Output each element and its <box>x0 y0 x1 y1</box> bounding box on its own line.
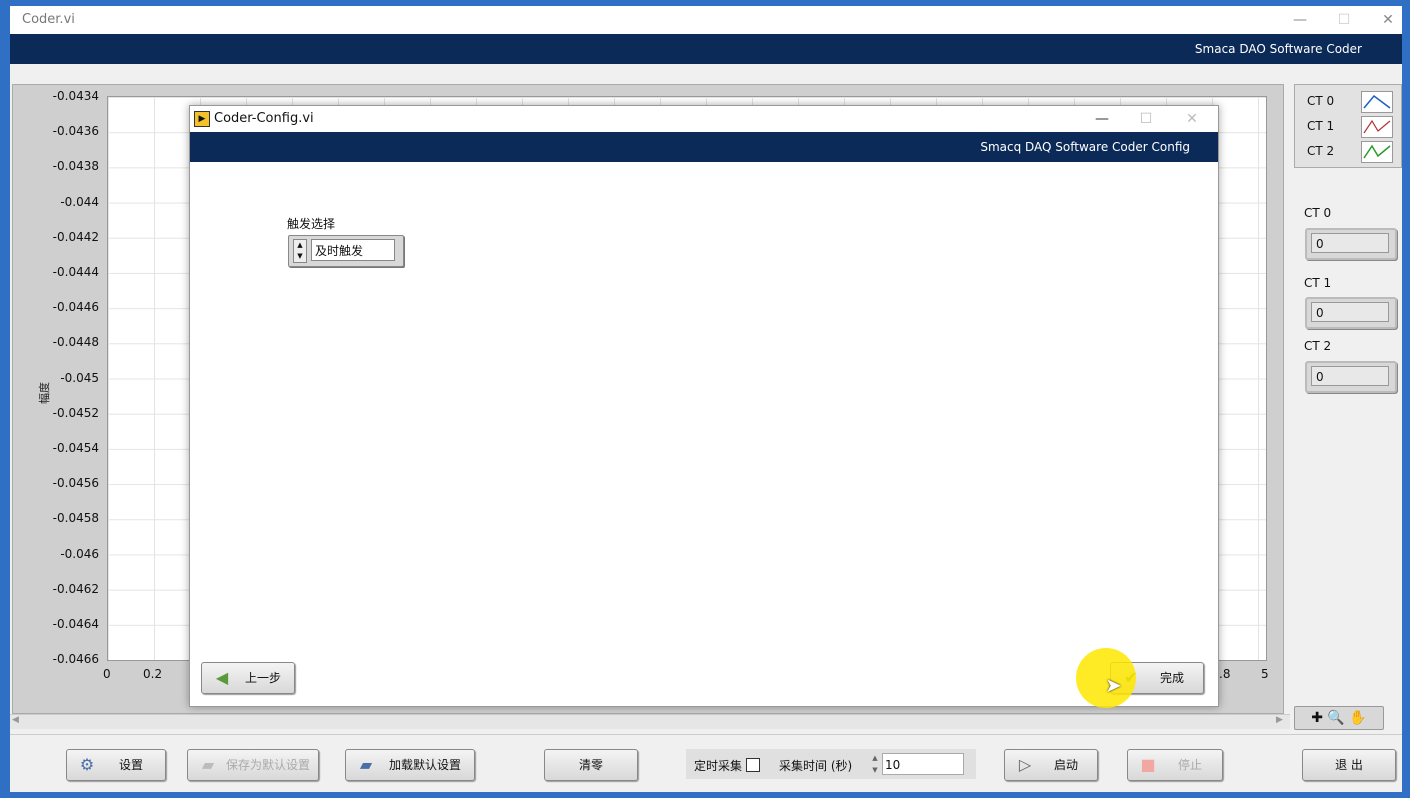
indicator-label-ct0: CT 0 <box>1304 206 1332 220</box>
dialog-close-button[interactable]: ✕ <box>1180 108 1204 130</box>
y-tick-label: -0.044 <box>60 194 99 209</box>
main-maximize-button[interactable]: ☐ <box>1332 10 1356 30</box>
scroll-right-icon[interactable]: ▶ <box>1276 715 1283 725</box>
horizontal-scrollbar[interactable]: ◀ ▶ <box>10 714 1290 729</box>
gear-icon: ⚙ <box>79 755 95 774</box>
x-tick-label: .8 <box>1219 667 1231 681</box>
save-default-button[interactable]: ▰ 保存为默认设置 <box>187 749 319 781</box>
acquisition-time-spinner[interactable]: ▲ ▼ <box>870 752 880 776</box>
trigger-select-value[interactable]: 及时触发 <box>311 239 395 261</box>
main-minimize-button[interactable]: — <box>1288 10 1312 30</box>
main-window-title: Coder.vi <box>22 12 75 27</box>
dialog-minimize-button[interactable]: — <box>1090 108 1114 130</box>
timed-acquisition-label: 定时采集 <box>694 759 743 773</box>
arrow-left-icon: ◀ <box>215 668 229 687</box>
dialog-maximize-button[interactable]: ☐ <box>1134 108 1158 130</box>
y-tick-label: -0.046 <box>60 546 99 561</box>
y-tick-label: -0.0456 <box>52 476 99 491</box>
y-tick-label: -0.0444 <box>52 265 99 279</box>
x-tick-label: 0.2 <box>143 667 163 681</box>
indicator-label-ct2: CT 2 <box>1304 339 1332 353</box>
y-tick-label: -0.045 <box>60 370 99 385</box>
y-tick-label: -0.0466 <box>52 652 99 667</box>
exit-button[interactable]: 退 出 <box>1302 749 1396 781</box>
main-banner-text: Smaca DAO Software Coder <box>1194 42 1362 56</box>
clear-button[interactable]: 清零 <box>544 749 638 781</box>
y-tick-label: -0.0434 <box>52 89 99 103</box>
y-axis-label: 幅度 <box>38 382 51 404</box>
previous-step-button[interactable]: ◀ 上一步 <box>201 662 295 694</box>
timed-acquisition-checkbox[interactable] <box>746 758 760 772</box>
dialog-title: Coder-Config.vi <box>214 111 314 126</box>
legend-item-ct2[interactable]: CT 2 <box>1307 141 1397 163</box>
start-button[interactable]: ▷ 启动 <box>1004 749 1098 781</box>
main-titlebar: Coder.vi — ☐ ✕ <box>10 6 1402 34</box>
indicator-ct2: 0 <box>1305 361 1397 393</box>
plot-legend: CT 0 CT 1 CT 2 <box>1294 84 1402 168</box>
config-dialog: ▶ Coder-Config.vi — ☐ ✕ Smacq DAQ Softwa… <box>189 105 1219 707</box>
legend-label: CT 0 <box>1307 94 1335 108</box>
legend-label: CT 2 <box>1307 144 1335 158</box>
timed-acquisition-group: 定时采集 采集时间 (秒) ▲ ▼ 10 <box>686 749 976 779</box>
legend-item-ct0[interactable]: CT 0 <box>1307 91 1397 113</box>
bottom-toolbar: ⚙ 设置 ▰ 保存为默认设置 ▰ 加载默认设置 清零 定时采集 采集时间 (秒)… <box>10 734 1402 792</box>
legend-label: CT 1 <box>1307 119 1335 133</box>
load-icon: ▰ <box>359 755 373 774</box>
indicator-ct1: 0 <box>1305 297 1397 329</box>
indicator-value: 0 <box>1311 233 1389 253</box>
indicator-value: 0 <box>1311 302 1389 322</box>
ring-spinner-icon[interactable]: ▲ ▼ <box>293 239 307 263</box>
hand-icon[interactable]: ✋ <box>1349 710 1366 726</box>
x-tick-label: 5 <box>1261 667 1269 681</box>
trigger-select-label: 触发选择 <box>287 217 336 231</box>
y-tick-label: -0.0438 <box>52 159 99 174</box>
dialog-banner-text: Smacq DAQ Software Coder Config <box>980 140 1190 154</box>
acquisition-time-label: 采集时间 (秒) <box>779 759 853 773</box>
y-tick-label: -0.0464 <box>52 617 99 631</box>
mouse-cursor-icon: ➤ <box>1105 673 1122 697</box>
zoom-icon[interactable]: 🔍 <box>1327 710 1344 726</box>
y-tick-label: -0.0454 <box>52 441 99 455</box>
labview-icon: ▶ <box>194 111 210 127</box>
scroll-left-icon[interactable]: ◀ <box>12 715 19 725</box>
main-close-button[interactable]: ✕ <box>1376 10 1400 30</box>
x-tick-label: 0 <box>103 667 111 681</box>
graph-tools-palette: ✚ 🔍 ✋ <box>1294 706 1384 730</box>
y-tick-label: -0.0458 <box>52 511 99 526</box>
line-style-icon[interactable] <box>1361 141 1393 163</box>
y-tick-label: -0.0462 <box>52 581 99 596</box>
load-default-button[interactable]: ▰ 加载默认设置 <box>345 749 475 781</box>
dialog-banner: Smacq DAQ Software Coder Config <box>190 132 1218 162</box>
trigger-select-ring[interactable]: ▲ ▼ 及时触发 <box>288 235 404 267</box>
stop-icon: ■ <box>1140 755 1156 774</box>
line-style-icon[interactable] <box>1361 91 1393 113</box>
acquisition-time-input[interactable]: 10 <box>882 753 964 775</box>
legend-item-ct1[interactable]: CT 1 <box>1307 116 1397 138</box>
play-icon: ▷ <box>1018 755 1032 774</box>
settings-button[interactable]: ⚙ 设置 <box>66 749 166 781</box>
save-icon: ▰ <box>201 755 215 774</box>
crosshair-icon[interactable]: ✚ <box>1311 710 1323 726</box>
indicator-label-ct1: CT 1 <box>1304 276 1332 290</box>
y-tick-label: -0.0448 <box>52 335 99 350</box>
indicator-value: 0 <box>1311 366 1389 386</box>
line-style-icon[interactable] <box>1361 116 1393 138</box>
y-tick-label: -0.0436 <box>52 124 99 139</box>
y-tick-label: -0.0452 <box>52 405 99 420</box>
y-tick-label: -0.0442 <box>52 229 99 244</box>
main-banner: Smaca DAO Software Coder <box>10 34 1402 64</box>
dialog-titlebar: ▶ Coder-Config.vi — ☐ ✕ <box>190 106 1218 132</box>
indicator-ct0: 0 <box>1305 228 1397 260</box>
y-tick-label: -0.0446 <box>52 300 99 315</box>
stop-button[interactable]: ■ 停止 <box>1127 749 1223 781</box>
